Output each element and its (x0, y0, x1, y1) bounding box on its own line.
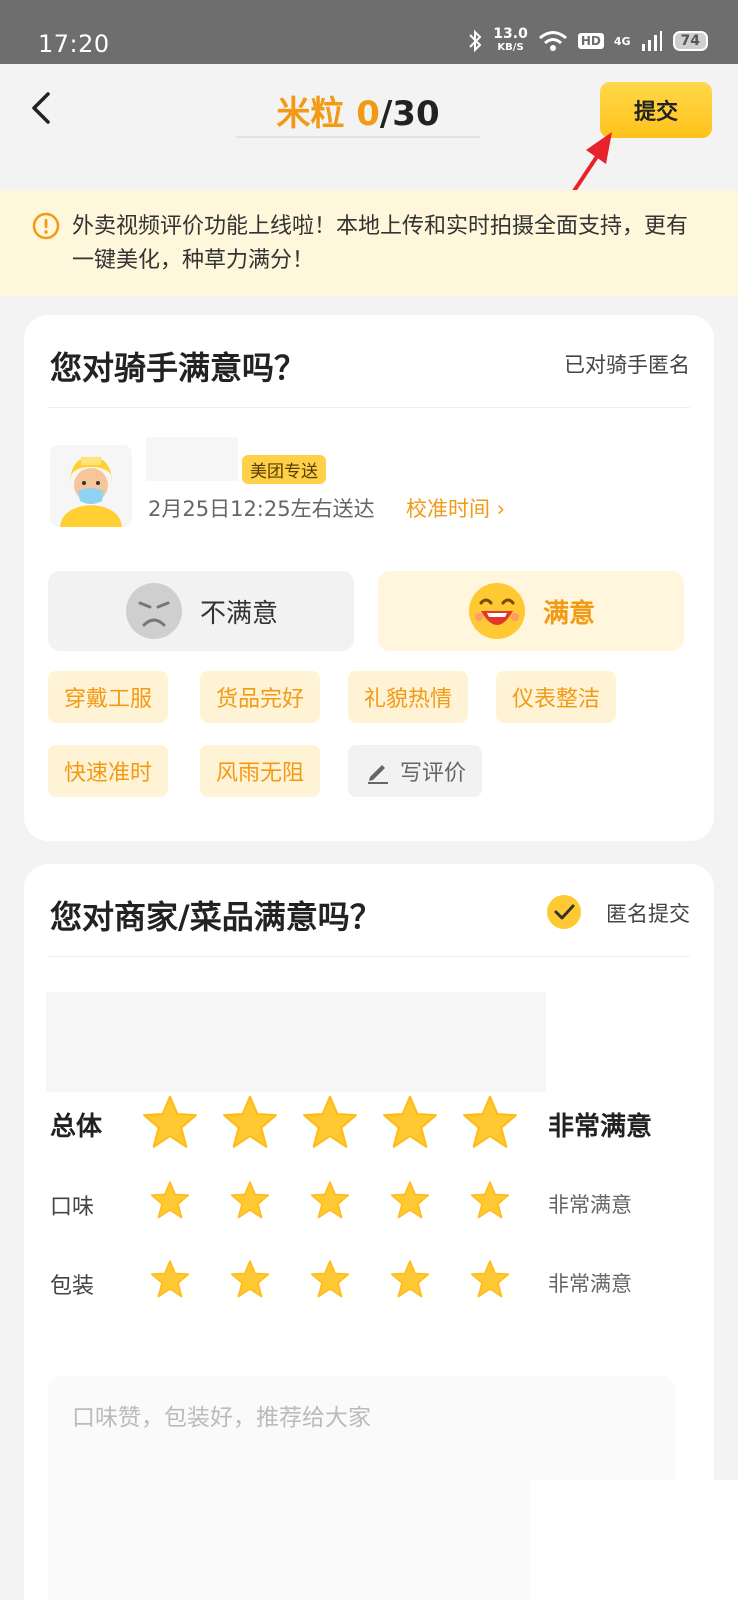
blank-overlay (530, 1480, 738, 1600)
rider-avatar (50, 445, 132, 527)
happy-face-icon (468, 583, 525, 639)
star-icon[interactable] (390, 1259, 430, 1299)
packaging-value: 非常满意 (548, 1272, 632, 1296)
signal-icon (641, 31, 662, 51)
star-icon[interactable] (142, 1094, 198, 1150)
star-icon[interactable] (470, 1180, 510, 1220)
overall-label: 总体 (50, 1112, 103, 1142)
star-icon[interactable] (302, 1094, 358, 1150)
star-icon[interactable] (310, 1180, 350, 1220)
delivery-time: 2月25日12:25左右送达 (148, 497, 375, 521)
unhappy-face-icon (125, 583, 182, 639)
calibrate-time-link[interactable]: 校准时间 › (406, 493, 505, 523)
unsatisfied-label: 不满意 (199, 598, 278, 629)
checkmark-circle-icon[interactable] (546, 894, 582, 930)
rider-tag-chip[interactable]: 礼貌热情 (348, 671, 469, 723)
satisfied-button[interactable]: 满意 (378, 571, 684, 651)
taste-label: 口味 (50, 1195, 95, 1220)
rider-anonymous-label[interactable]: 已对骑手匿名 (564, 349, 690, 379)
status-time: 17:20 (38, 30, 110, 58)
packaging-label: 包装 (50, 1274, 95, 1299)
rider-tag-chip[interactable]: 快速准时 (48, 745, 169, 797)
merchant-card-title: 您对商家/菜品满意吗？ (50, 898, 382, 936)
back-arrow-icon[interactable] (22, 88, 62, 128)
status-bar: 17:20 13.0 KB/S HD 4G 74 (0, 0, 738, 64)
submit-button[interactable]: 提交 (600, 82, 712, 138)
hd-badge: HD (577, 33, 604, 49)
review-placeholder: 口味赞，包装好，推荐给大家 (72, 1405, 371, 1431)
rider-rating-card: 您对骑手满意吗？ 已对骑手匿名 美团专送 2月25日12:25左右送达 校准时间… (24, 315, 714, 841)
rider-tag-chip[interactable]: 仪表整洁 (496, 671, 617, 723)
star-icon[interactable] (382, 1094, 438, 1150)
rider-name-placeholder (146, 437, 238, 481)
star-icon[interactable] (462, 1094, 518, 1150)
star-icon[interactable] (230, 1180, 270, 1220)
star-icon[interactable] (230, 1259, 270, 1299)
write-review-label: 写评价 (400, 761, 467, 786)
battery-indicator: 74 (672, 31, 708, 51)
page-title: 米粒 0/30 (276, 94, 440, 134)
title-underline (236, 136, 480, 138)
unsatisfied-button[interactable]: 不满意 (48, 571, 354, 651)
notice-banner: 外卖视频评价功能上线啦！本地上传和实时拍摄全面支持，更有一键美化，种草力满分！ (0, 190, 738, 296)
bluetooth-icon (469, 29, 482, 53)
divider (48, 407, 690, 408)
rider-tag-chip[interactable]: 风雨无阻 (200, 745, 321, 797)
anonymous-submit-label[interactable]: 匿名提交 (606, 898, 690, 928)
write-review-button[interactable]: 写评价 (348, 745, 483, 797)
pencil-icon (368, 765, 388, 784)
warning-icon (32, 212, 60, 240)
divider (48, 956, 690, 957)
star-icon[interactable] (150, 1180, 190, 1220)
notice-text: 外卖视频评价功能上线啦！本地上传和实时拍摄全面支持，更有一键美化，种草力满分！ (72, 214, 689, 273)
network-speed: 13.0 KB/S (493, 26, 528, 53)
star-icon[interactable] (150, 1259, 190, 1299)
network-type: 4G (613, 34, 631, 48)
delivery-brand-badge: 美团专送 (242, 455, 326, 484)
rider-card-title: 您对骑手满意吗？ (50, 349, 307, 387)
star-icon[interactable] (222, 1094, 278, 1150)
star-icon[interactable] (310, 1259, 350, 1299)
rider-tag-chip[interactable]: 货品完好 (200, 671, 321, 723)
overall-value: 非常满意 (548, 1112, 653, 1142)
rider-tag-chip[interactable]: 穿戴工服 (48, 671, 169, 723)
satisfied-label: 满意 (542, 598, 595, 629)
taste-value: 非常满意 (548, 1193, 632, 1217)
header: 米粒 0/30 提交 (0, 64, 738, 188)
star-icon[interactable] (470, 1259, 510, 1299)
wifi-icon (538, 31, 567, 51)
star-icon[interactable] (390, 1180, 430, 1220)
shop-info-placeholder (46, 992, 546, 1092)
status-icons: 13.0 KB/S HD 4G 74 (467, 26, 708, 54)
